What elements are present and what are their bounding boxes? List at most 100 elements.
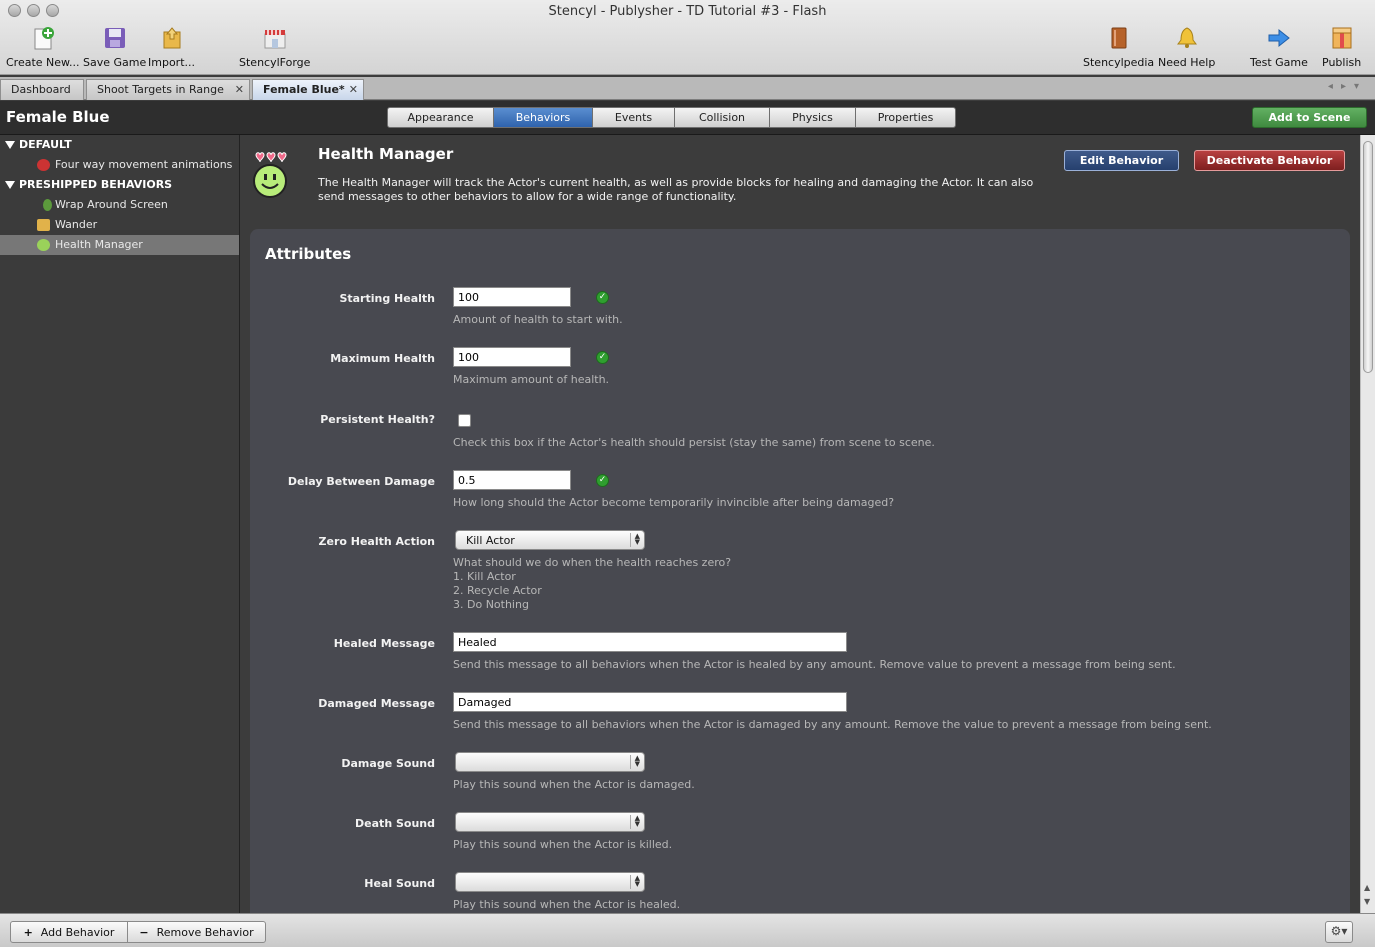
arrow-right-icon — [1267, 26, 1291, 50]
section-preshipped-behaviors[interactable]: PRESHIPPED BEHAVIORS — [0, 175, 239, 195]
attr-help: Play this sound when the Actor is killed… — [453, 838, 673, 851]
attr-help: What should we do when the health reache… — [453, 556, 732, 611]
new-document-icon — [31, 26, 55, 50]
close-tab-icon[interactable]: ✕ — [349, 83, 358, 96]
attr-label: Persistent Health? — [320, 413, 435, 426]
tab-events[interactable]: Events — [593, 107, 675, 128]
window-title: Stencyl - Publysher - TD Tutorial #3 - F… — [548, 4, 827, 19]
tab-properties[interactable]: Properties — [856, 107, 956, 128]
attr-label: Healed Message — [333, 637, 435, 650]
heal-sound-select[interactable]: ▲ ▼ — [455, 872, 645, 892]
health-smiley-icon — [250, 149, 292, 199]
add-to-scene-button[interactable]: Add to Scene — [1252, 107, 1367, 128]
attr-label: Maximum Health — [330, 352, 435, 365]
plus-icon: + — [23, 926, 33, 939]
actor-name: Female Blue — [6, 108, 110, 126]
attr-label: Zero Health Action — [318, 535, 435, 548]
tab-behaviors[interactable]: Behaviors — [494, 107, 593, 128]
behavior-icon — [37, 159, 50, 171]
attr-help: How long should the Actor become tempora… — [453, 496, 895, 509]
edit-behavior-button[interactable]: Edit Behavior — [1064, 150, 1179, 171]
test-game-button[interactable]: Test Game — [1250, 26, 1308, 69]
deactivate-behavior-button[interactable]: Deactivate Behavior — [1194, 150, 1345, 171]
folder-icon — [37, 219, 50, 231]
floppy-disk-icon — [103, 26, 127, 50]
stencylforge-button[interactable]: StencylForge — [239, 26, 310, 69]
expanded-triangle-icon[interactable] — [5, 181, 15, 189]
sidebar-item-wander[interactable]: Wander — [0, 215, 239, 235]
package-icon — [1330, 26, 1354, 50]
updown-arrows-icon: ▲ ▼ — [630, 533, 640, 547]
attr-label: Damaged Message — [318, 697, 435, 710]
valid-check-icon: ✓ — [596, 291, 609, 304]
attributes-heading: Attributes — [265, 245, 352, 263]
import-box-icon — [160, 26, 184, 50]
valid-check-icon: ✓ — [596, 474, 609, 487]
maximum-health-input[interactable] — [453, 347, 571, 367]
attr-label: Heal Sound — [364, 877, 435, 890]
gear-icon: ⚙▾ — [1330, 924, 1348, 938]
create-new-button[interactable]: Create New... — [6, 26, 80, 69]
tab-collision[interactable]: Collision — [675, 107, 770, 128]
tab-navigation[interactable]: ◂▸▾ — [1328, 81, 1367, 92]
attr-label: Starting Health — [339, 292, 435, 305]
damaged-message-input[interactable] — [453, 692, 847, 712]
damage-sound-select[interactable]: ▲ ▼ — [455, 752, 645, 772]
delay-between-damage-input[interactable] — [453, 470, 571, 490]
scroll-down-icon[interactable]: ▼ — [1364, 897, 1370, 906]
scrollbar-thumb[interactable] — [1363, 141, 1373, 373]
updown-arrows-icon: ▲ ▼ — [630, 815, 640, 829]
behavior-detail: Health Manager The Health Manager will t… — [240, 135, 1360, 913]
vertical-scrollbar[interactable]: ▲ ▼ — [1360, 135, 1375, 913]
document-tabs: Dashboard Shoot Targets in Range ✕ Femal… — [0, 77, 1375, 100]
attr-help: Maximum amount of health. — [453, 373, 610, 386]
attr-help: Send this message to all behaviors when … — [453, 658, 1176, 671]
tab-physics[interactable]: Physics — [770, 107, 856, 128]
remove-behavior-button[interactable]: − Remove Behavior — [127, 921, 266, 943]
smiley-icon — [37, 239, 50, 251]
tab-dashboard[interactable]: Dashboard — [0, 79, 84, 100]
sidebar-item-four-way-movement[interactable]: Four way movement animations — [0, 155, 239, 175]
bell-icon — [1175, 26, 1199, 50]
zero-health-action-select[interactable]: Kill Actor ▲ ▼ — [455, 530, 645, 550]
stencylpedia-button[interactable]: Stencylpedia — [1083, 26, 1154, 69]
add-behavior-button[interactable]: + Add Behavior — [10, 921, 128, 943]
attr-help: Play this sound when the Actor is healed… — [453, 898, 681, 911]
death-sound-select[interactable]: ▲ ▼ — [455, 812, 645, 832]
updown-arrows-icon: ▲ ▼ — [630, 875, 640, 889]
attr-help: Check this box if the Actor's health sho… — [453, 436, 935, 449]
import-button[interactable]: Import... — [148, 26, 195, 69]
tab-right-icon[interactable]: ▸ — [1341, 81, 1354, 92]
publish-button[interactable]: Publish — [1322, 26, 1361, 69]
healed-message-input[interactable] — [453, 632, 847, 652]
expanded-triangle-icon[interactable] — [5, 141, 15, 149]
starting-health-input[interactable] — [453, 287, 571, 307]
attributes-panel: Attributes Starting Health ✓ Amount of h… — [250, 229, 1350, 913]
sidebar-item-wrap-around-screen[interactable]: Wrap Around Screen — [0, 195, 239, 215]
need-help-button[interactable]: Need Help — [1158, 26, 1215, 69]
attr-help: Send this message to all behaviors when … — [453, 718, 1212, 731]
minus-icon: − — [139, 926, 149, 939]
tab-left-icon[interactable]: ◂ — [1328, 81, 1341, 92]
tab-shoot-targets-in-range[interactable]: Shoot Targets in Range ✕ — [86, 79, 250, 100]
tab-menu-icon[interactable]: ▾ — [1354, 81, 1367, 92]
tab-female-blue[interactable]: Female Blue* ✕ — [252, 79, 364, 100]
scroll-up-icon[interactable]: ▲ — [1364, 883, 1370, 892]
settings-menu-button[interactable]: ⚙▾ — [1325, 921, 1353, 943]
attr-help: Play this sound when the Actor is damage… — [453, 778, 695, 791]
actor-mode-tabs: Appearance Behaviors Events Collision Ph… — [387, 107, 956, 128]
behavior-title: Health Manager — [318, 145, 454, 163]
sidebar-item-health-manager[interactable]: Health Manager — [0, 235, 239, 255]
close-tab-icon[interactable]: ✕ — [235, 83, 244, 96]
attr-help: Amount of health to start with. — [453, 313, 623, 326]
section-default[interactable]: DEFAULT — [0, 135, 239, 155]
valid-check-icon: ✓ — [596, 351, 609, 364]
behavior-sidebar: DEFAULT Four way movement animations PRE… — [0, 135, 240, 913]
persistent-health-checkbox[interactable] — [458, 414, 471, 427]
save-game-button[interactable]: Save Game — [83, 26, 146, 69]
actor-header: Female Blue Appearance Behaviors Events … — [0, 101, 1375, 135]
attr-label: Damage Sound — [341, 757, 435, 770]
tab-appearance[interactable]: Appearance — [387, 107, 494, 128]
attr-label: Delay Between Damage — [287, 475, 435, 488]
wrap-icon — [43, 199, 52, 211]
